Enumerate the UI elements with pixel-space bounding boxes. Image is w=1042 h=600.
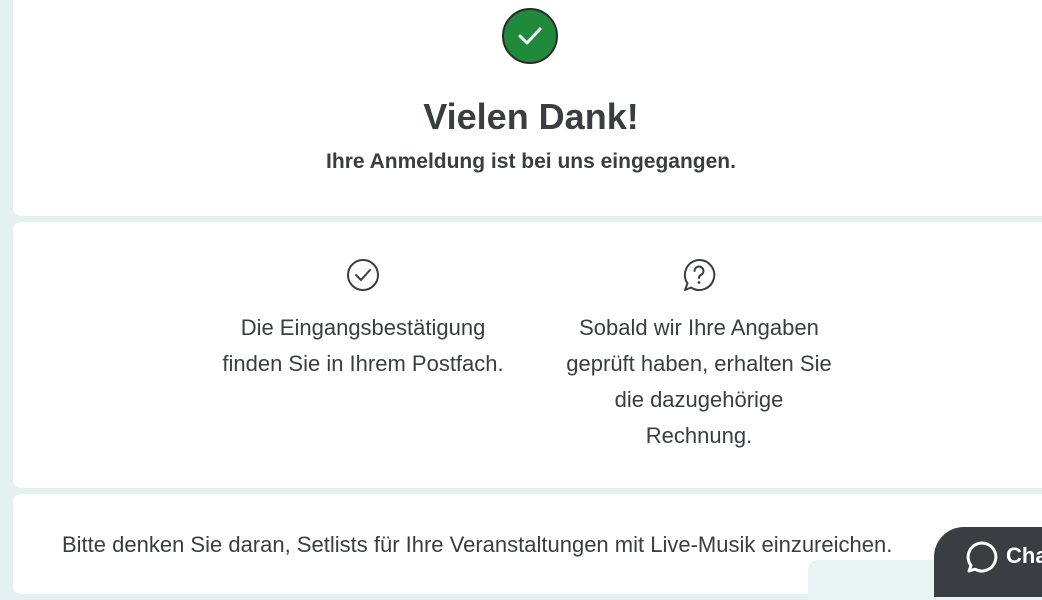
info-text: Sobald wir Ihre Angaben geprüft haben, e…: [566, 315, 832, 448]
success-check-icon: [502, 8, 558, 64]
info-item-confirmation: Die Eingangsbestätigung finden Sie in Ih…: [213, 258, 513, 382]
check-circle-icon: [347, 259, 379, 291]
setlist-notice: Bitte denken Sie daran, Setlists für Ihr…: [62, 532, 893, 557]
info-card: [13, 222, 1042, 488]
page-title: Vielen Dank!: [423, 96, 639, 137]
chat-button[interactable]: Chat: [934, 527, 1042, 597]
chat-bubble-icon: [966, 541, 998, 573]
info-text: Die Eingangsbestätigung finden Sie in Ih…: [222, 315, 504, 376]
page-subtitle: Ihre Anmeldung ist bei uns eingegangen.: [326, 150, 736, 173]
chat-label: Chat: [1006, 543, 1042, 568]
question-bubble-icon: [683, 258, 716, 291]
info-item-invoice: Sobald wir Ihre Angaben geprüft haben, e…: [549, 258, 849, 454]
